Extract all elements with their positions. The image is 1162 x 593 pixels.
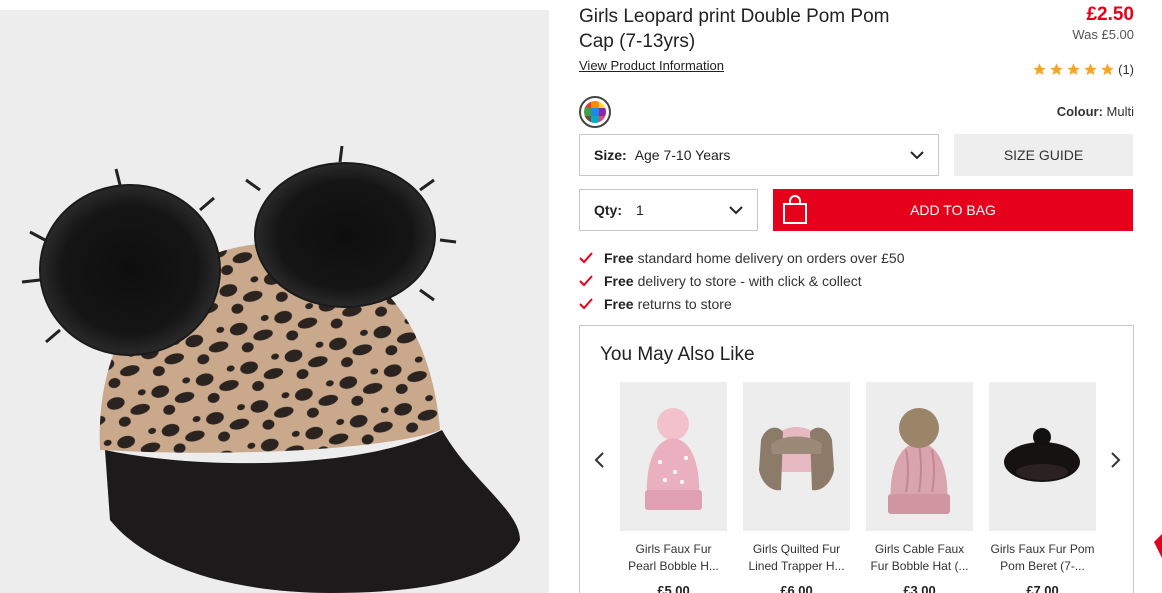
product-title: Girls Leopard print Double Pom Pom Cap (… [579, 6, 890, 52]
recommendation-card[interactable]: Girls Quilted Fur Lined Trapper H... £6.… [743, 382, 850, 593]
swatch-tile [598, 101, 606, 109]
colour-swatch-multi[interactable] [579, 96, 611, 128]
product-thumbnail[interactable] [620, 382, 727, 531]
recommendation-card[interactable]: Girls Faux Fur Pearl Bobble H... £5.00 [620, 382, 727, 593]
star-icon [1033, 63, 1046, 76]
swatch-tile [584, 115, 592, 123]
rating-count: (1) [1118, 62, 1134, 77]
swatch-tile [591, 101, 599, 109]
chevron-down-icon [729, 206, 743, 215]
star-icon [1101, 63, 1114, 76]
product-thumbnail[interactable] [743, 382, 850, 531]
size-value: Age 7-10 Years [634, 147, 731, 163]
rating-stars [1032, 62, 1115, 77]
cable-bobble-hat-image [888, 408, 950, 514]
perk-bold: Free [604, 295, 634, 312]
chevron-right-icon[interactable] [1107, 451, 1123, 469]
was-price: Was £5.00 [1072, 27, 1134, 42]
swatch-tile [598, 108, 606, 116]
perk-item: Free standard home delivery on orders ove… [579, 246, 905, 269]
product-main-image[interactable] [0, 10, 549, 593]
perk-bold: Free [604, 272, 634, 289]
delivery-perks: Free standard home delivery on orders ove… [579, 246, 905, 315]
star-icon [1084, 63, 1097, 76]
chevron-left-icon[interactable] [592, 451, 608, 469]
checkmark-icon [579, 274, 593, 286]
product-thumbnail[interactable] [866, 382, 973, 531]
perk-text: returns to store [637, 295, 732, 312]
product-price: £2.50 [1086, 4, 1134, 25]
colour-value: Multi [1106, 104, 1134, 119]
colour-label: Colour: Multi [1057, 104, 1134, 119]
star-icon [1050, 63, 1063, 76]
qty-label: Qty: [594, 202, 622, 218]
quantity-select[interactable]: Qty: 1 [579, 189, 758, 231]
perk-item: Free delivery to store - with click & col… [579, 269, 905, 292]
perk-text: delivery to store - with click & collect [637, 272, 862, 289]
size-label: Size: [594, 147, 627, 163]
pom-pom-beret-image [1004, 428, 1080, 482]
size-select[interactable]: Size: Age 7-10 Years [579, 134, 939, 176]
view-product-information-link[interactable]: View Product Information [579, 58, 724, 73]
recommendation-card[interactable]: Girls Cable Faux Fur Bobble Hat (... £3.… [866, 382, 973, 593]
recommendation-name[interactable]: Girls Cable Faux Fur Bobble Hat (... [866, 541, 973, 575]
perk-item: Free returns to store [579, 292, 905, 315]
leopard-cap-illustration [21, 145, 520, 593]
recommendation-name[interactable]: Girls Quilted Fur Lined Trapper H... [743, 541, 850, 575]
checkmark-icon [579, 297, 593, 309]
size-guide-button[interactable]: SIZE GUIDE [954, 134, 1133, 176]
perk-bold: Free [604, 249, 634, 266]
recommendation-price: £6.00 [780, 583, 813, 593]
checkmark-icon [579, 251, 593, 263]
add-to-bag-button[interactable]: ADD TO BAG [773, 189, 1133, 231]
swatch-tile [584, 101, 592, 109]
qty-value: 1 [636, 202, 644, 218]
you-may-also-like-title: You May Also Like [600, 344, 755, 365]
recommendation-price: £5.00 [657, 583, 690, 593]
recommendation-name[interactable]: Girls Faux Fur Pearl Bobble H... [620, 541, 727, 575]
product-rating[interactable]: (1) [1032, 62, 1134, 77]
offer-tab-edge-icon[interactable] [1154, 532, 1162, 562]
multi-colour-icon [584, 101, 606, 123]
shopping-bag-icon [783, 195, 807, 224]
swatch-tile [598, 115, 606, 123]
trapper-hat-image [759, 427, 834, 491]
recommendation-name[interactable]: Girls Faux Fur Pom Pom Beret (7-... [989, 541, 1096, 575]
add-to-bag-label: ADD TO BAG [910, 202, 996, 218]
swatch-tile [584, 108, 592, 116]
star-icon [1067, 63, 1080, 76]
swatch-tile [591, 115, 599, 123]
colour-label-title: Colour: [1056, 104, 1103, 119]
recommendation-price: £7.00 [1026, 583, 1059, 593]
chevron-down-icon [910, 151, 924, 160]
pearl-bobble-hat-image [645, 408, 702, 510]
swatch-tile [591, 108, 599, 116]
you-may-also-like-panel: You May Also Like Girls Faux Fur Pearl B… [579, 325, 1134, 593]
perk-text: standard home delivery on orders over £5… [637, 249, 905, 266]
product-thumbnail[interactable] [989, 382, 1096, 531]
recommendation-card[interactable]: Girls Faux Fur Pom Pom Beret (7-... £7.0… [989, 382, 1096, 593]
recommendation-price: £3.00 [903, 583, 936, 593]
